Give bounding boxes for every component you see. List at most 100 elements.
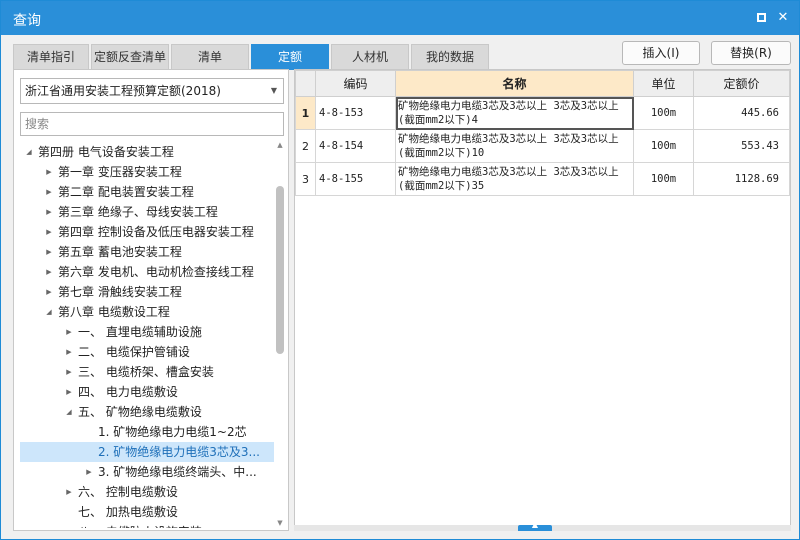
chevron-right-icon[interactable]: ▶ [64, 342, 74, 362]
row-number: 2 [295, 129, 316, 163]
table-row[interactable]: 2 4-8-154 矿物绝缘电力电缆3芯及3芯以上 3芯及3芯以上(截面mm2以… [295, 129, 790, 163]
chevron-down-icon[interactable]: ◢ [44, 302, 54, 322]
chevron-down-icon[interactable]: ◢ [64, 402, 74, 422]
chevron-right-icon[interactable]: ▶ [44, 162, 54, 182]
scrollbar-thumb[interactable]: ▲ [518, 521, 552, 531]
scroll-up-icon[interactable]: ▲ [274, 140, 286, 150]
close-button[interactable]: ✕ [775, 10, 791, 26]
tree-item[interactable]: ▶ 第六章 发电机、电动机检查接线工程 [20, 262, 274, 282]
chevron-right-icon[interactable]: ▶ [64, 382, 74, 402]
tree-item-label: 3. 矿物绝缘电缆终端头、中... [98, 465, 257, 479]
unit-cell[interactable]: 100m [633, 129, 694, 163]
header-quota-price[interactable]: 定额价 [693, 70, 790, 97]
name-cell[interactable]: 矿物绝缘电力电缆3芯及3芯以上 3芯及3芯以上(截面mm2以下)4 [395, 96, 634, 130]
price-cell[interactable]: 445.66 [693, 96, 790, 130]
name-cell[interactable]: 矿物绝缘电力电缆3芯及3芯以上 3芯及3芯以上(截面mm2以下)35 [395, 162, 634, 196]
scrollbar-thumb[interactable] [276, 186, 284, 354]
tree-item-label: 2. 矿物绝缘电力电缆3芯及3... [98, 445, 260, 459]
maximize-button[interactable] [753, 10, 769, 26]
tree-item[interactable]: 七、 加热电缆敷设 [20, 502, 274, 522]
unit-cell[interactable]: 100m [633, 96, 694, 130]
tree-item[interactable]: ▶ 二、 电缆保护管铺设 [20, 342, 274, 362]
tree-item[interactable]: ▶ 第四章 控制设备及低压电器安装工程 [20, 222, 274, 242]
tab-labor-material-machine[interactable]: 人材机 [331, 44, 409, 70]
quota-library-value: 浙江省通用安装工程预算定额(2018) [25, 84, 221, 98]
tree-item[interactable]: 1. 矿物绝缘电力电缆1~2芯 [20, 422, 274, 442]
code-cell[interactable]: 4-8-153 [315, 96, 396, 130]
price-cell[interactable]: 1128.69 [693, 162, 790, 196]
table-row[interactable]: 1 4-8-153 矿物绝缘电力电缆3芯及3芯以上 3芯及3芯以上(截面mm2以… [295, 96, 790, 130]
tree-item[interactable]: ▶ 第三章 绝缘子、母线安装工程 [20, 202, 274, 222]
tree-item[interactable]: ▶ 第七章 滑触线安装工程 [20, 282, 274, 302]
tree-item-label: 三、 电缆桥架、槽盒安装 [78, 365, 214, 379]
tree-item-label: 第三章 绝缘子、母线安装工程 [58, 205, 218, 219]
tree-item-label: 一、 直埋电缆辅助设施 [78, 325, 202, 339]
table-row[interactable]: 3 4-8-155 矿物绝缘电力电缆3芯及3芯以上 3芯及3芯以上(截面mm2以… [295, 162, 790, 196]
tree-item-label: 八、 电缆防火设施安装 [78, 522, 202, 528]
chevron-right-icon[interactable]: ▶ [44, 282, 54, 302]
chevron-right-icon[interactable]: ▶ [64, 522, 74, 528]
tab-quota[interactable]: 定额 [251, 44, 329, 70]
table-header-row: 编码 名称 单位 定额价 [295, 70, 790, 97]
tab-my-data[interactable]: 我的数据 [411, 44, 489, 70]
tree-item[interactable]: ▶ 3. 矿物绝缘电缆终端头、中... [20, 462, 274, 482]
tree-item[interactable]: ◢ 第四册 电气设备安装工程 [20, 142, 274, 162]
tree-item-label: 第七章 滑触线安装工程 [58, 285, 182, 299]
tree-item[interactable]: ▶ 八、 电缆防火设施安装 [20, 522, 274, 528]
tree-vertical-scrollbar[interactable]: ▲ ▼ [274, 140, 286, 528]
unit-cell[interactable]: 100m [633, 162, 694, 196]
tree-item[interactable]: ▶ 一、 直埋电缆辅助设施 [20, 322, 274, 342]
tree-item[interactable]: ▶ 六、 控制电缆敷设 [20, 482, 274, 502]
tree-item[interactable]: ◢ 五、 矿物绝缘电缆敷设 [20, 402, 274, 422]
name-cell[interactable]: 矿物绝缘电力电缆3芯及3芯以上 3芯及3芯以上(截面mm2以下)10 [395, 129, 634, 163]
chevron-right-icon[interactable]: ▶ [64, 322, 74, 342]
chevron-right-icon[interactable]: ▶ [44, 182, 54, 202]
insert-button[interactable]: 插入(I) [622, 41, 700, 65]
tree-item[interactable]: ▶ 三、 电缆桥架、槽盒安装 [20, 362, 274, 382]
tree-item-label: 第二章 配电装置安装工程 [58, 185, 194, 199]
quota-tree-panel: 浙江省通用安装工程预算定额(2018) ▼ ◢ 第四册 电气设备安装工程 ▶ 第一章 … [13, 69, 289, 531]
chevron-right-icon[interactable]: ▶ [44, 262, 54, 282]
header-unit[interactable]: 单位 [633, 70, 694, 97]
quota-library-select[interactable]: 浙江省通用安装工程预算定额(2018) ▼ [20, 78, 284, 104]
row-number: 1 [295, 96, 316, 130]
chapter-tree: ◢ 第四册 电气设备安装工程 ▶ 第一章 变压器安装工程 ▶ 第二章 配电装置安装工程 ▶ 第… [20, 142, 274, 528]
search-input[interactable] [20, 112, 284, 136]
chevron-right-icon[interactable]: ▶ [64, 482, 74, 502]
tree-item[interactable]: ▶ 第五章 蓄电池安装工程 [20, 242, 274, 262]
tree-item-label: 第五章 蓄电池安装工程 [58, 245, 182, 259]
tree-item[interactable]: 2. 矿物绝缘电力电缆3芯及3... [20, 442, 274, 462]
chevron-right-icon[interactable]: ▶ [44, 202, 54, 222]
code-cell[interactable]: 4-8-155 [315, 162, 396, 196]
tree-item[interactable]: ▶ 四、 电力电缆敷设 [20, 382, 274, 402]
header-row-number [295, 70, 316, 97]
price-cell[interactable]: 553.43 [693, 129, 790, 163]
query-dialog: 查询 ✕ 清单指引 定额反查清单 清单 定额 人材机 我的数据 插入(I) 替换… [0, 0, 800, 540]
chevron-down-icon[interactable]: ◢ [24, 142, 34, 162]
maximize-icon [756, 13, 766, 22]
chevron-right-icon[interactable]: ▶ [84, 462, 94, 482]
tree-item-label: 第六章 发电机、电动机检查接线工程 [58, 265, 254, 279]
chevron-right-icon[interactable]: ▶ [64, 362, 74, 382]
chevron-right-icon[interactable]: ▶ [44, 222, 54, 242]
row-number: 3 [295, 162, 316, 196]
code-cell[interactable]: 4-8-154 [315, 129, 396, 163]
tab-bill-list[interactable]: 清单 [171, 44, 249, 70]
grid-horizontal-scrollbar[interactable]: ▲ [294, 521, 791, 531]
tab-list-guide[interactable]: 清单指引 [13, 44, 89, 70]
tree-item-label: 第四册 电气设备安装工程 [38, 145, 174, 159]
tree-item[interactable]: ▶ 第二章 配电装置安装工程 [20, 182, 274, 202]
tree-item[interactable]: ▶ 第一章 变压器安装工程 [20, 162, 274, 182]
title-bar[interactable]: 查询 ✕ [1, 1, 799, 35]
window-title: 查询 [13, 13, 41, 29]
replace-button[interactable]: 替换(R) [711, 41, 791, 65]
header-name[interactable]: 名称 [395, 70, 634, 97]
tab-quota-reverse-lookup[interactable]: 定额反查清单 [91, 44, 169, 70]
tree-item-label: 第一章 变压器安装工程 [58, 165, 182, 179]
header-code[interactable]: 编码 [315, 70, 396, 97]
tree-item-label: 1. 矿物绝缘电力电缆1~2芯 [98, 425, 247, 439]
tree-item-label: 第四章 控制设备及低压电器安装工程 [58, 225, 254, 239]
tree-item[interactable]: ◢ 第八章 电缆敷设工程 [20, 302, 274, 322]
scroll-down-icon[interactable]: ▼ [274, 518, 286, 528]
chevron-right-icon[interactable]: ▶ [44, 242, 54, 262]
